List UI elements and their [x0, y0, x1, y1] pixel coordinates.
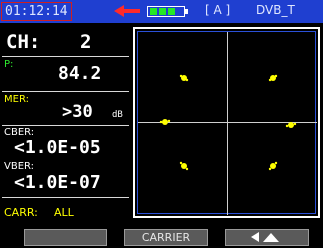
clock-time: 01:12:14: [1, 2, 72, 21]
measurement-panel: CH: 2 P: 84.2 MER: >30 dB CBER: <1.0E-05…: [2, 25, 129, 225]
power-label: P:: [4, 59, 14, 70]
scroll-up-down-button[interactable]: [225, 229, 309, 246]
input-arrow-icon: [114, 5, 140, 17]
softkey-left[interactable]: [24, 229, 107, 246]
constellation-display: [133, 27, 320, 218]
vber-value: <1.0E-07: [14, 172, 101, 193]
channel-value: 2: [80, 31, 92, 53]
divider: [2, 125, 129, 126]
vertical-axis: [227, 32, 228, 215]
carrier-label: CARR:: [4, 206, 38, 219]
status-bar: 01:12:14 [ A ] DVB_T: [0, 0, 323, 23]
battery-icon: [147, 6, 185, 17]
constellation-point: [268, 161, 278, 171]
mer-unit: dB: [112, 110, 123, 120]
mode-indicator: [ A ]: [205, 3, 231, 17]
up-down-arrows-icon: [251, 232, 279, 242]
carrier-value: ALL: [54, 206, 74, 219]
standard-indicator: DVB_T: [256, 3, 295, 17]
channel-label: CH:: [6, 31, 41, 53]
constellation-point: [179, 161, 189, 171]
divider: [2, 56, 129, 57]
constellation-grid: [137, 31, 317, 215]
mer-value: >30: [62, 102, 93, 122]
constellation-point: [268, 74, 278, 82]
battery-tip: [185, 9, 188, 14]
constellation-point: [179, 74, 189, 82]
carrier-button[interactable]: CARRIER: [124, 229, 208, 246]
power-value: 84.2: [58, 63, 102, 84]
mer-label: MER:: [4, 94, 29, 105]
constellation-point: [285, 122, 297, 128]
cber-value: <1.0E-05: [14, 137, 101, 158]
constellation-point: [159, 119, 171, 125]
divider: [2, 197, 129, 198]
vber-label: VBER:: [4, 161, 35, 172]
divider: [2, 91, 129, 92]
